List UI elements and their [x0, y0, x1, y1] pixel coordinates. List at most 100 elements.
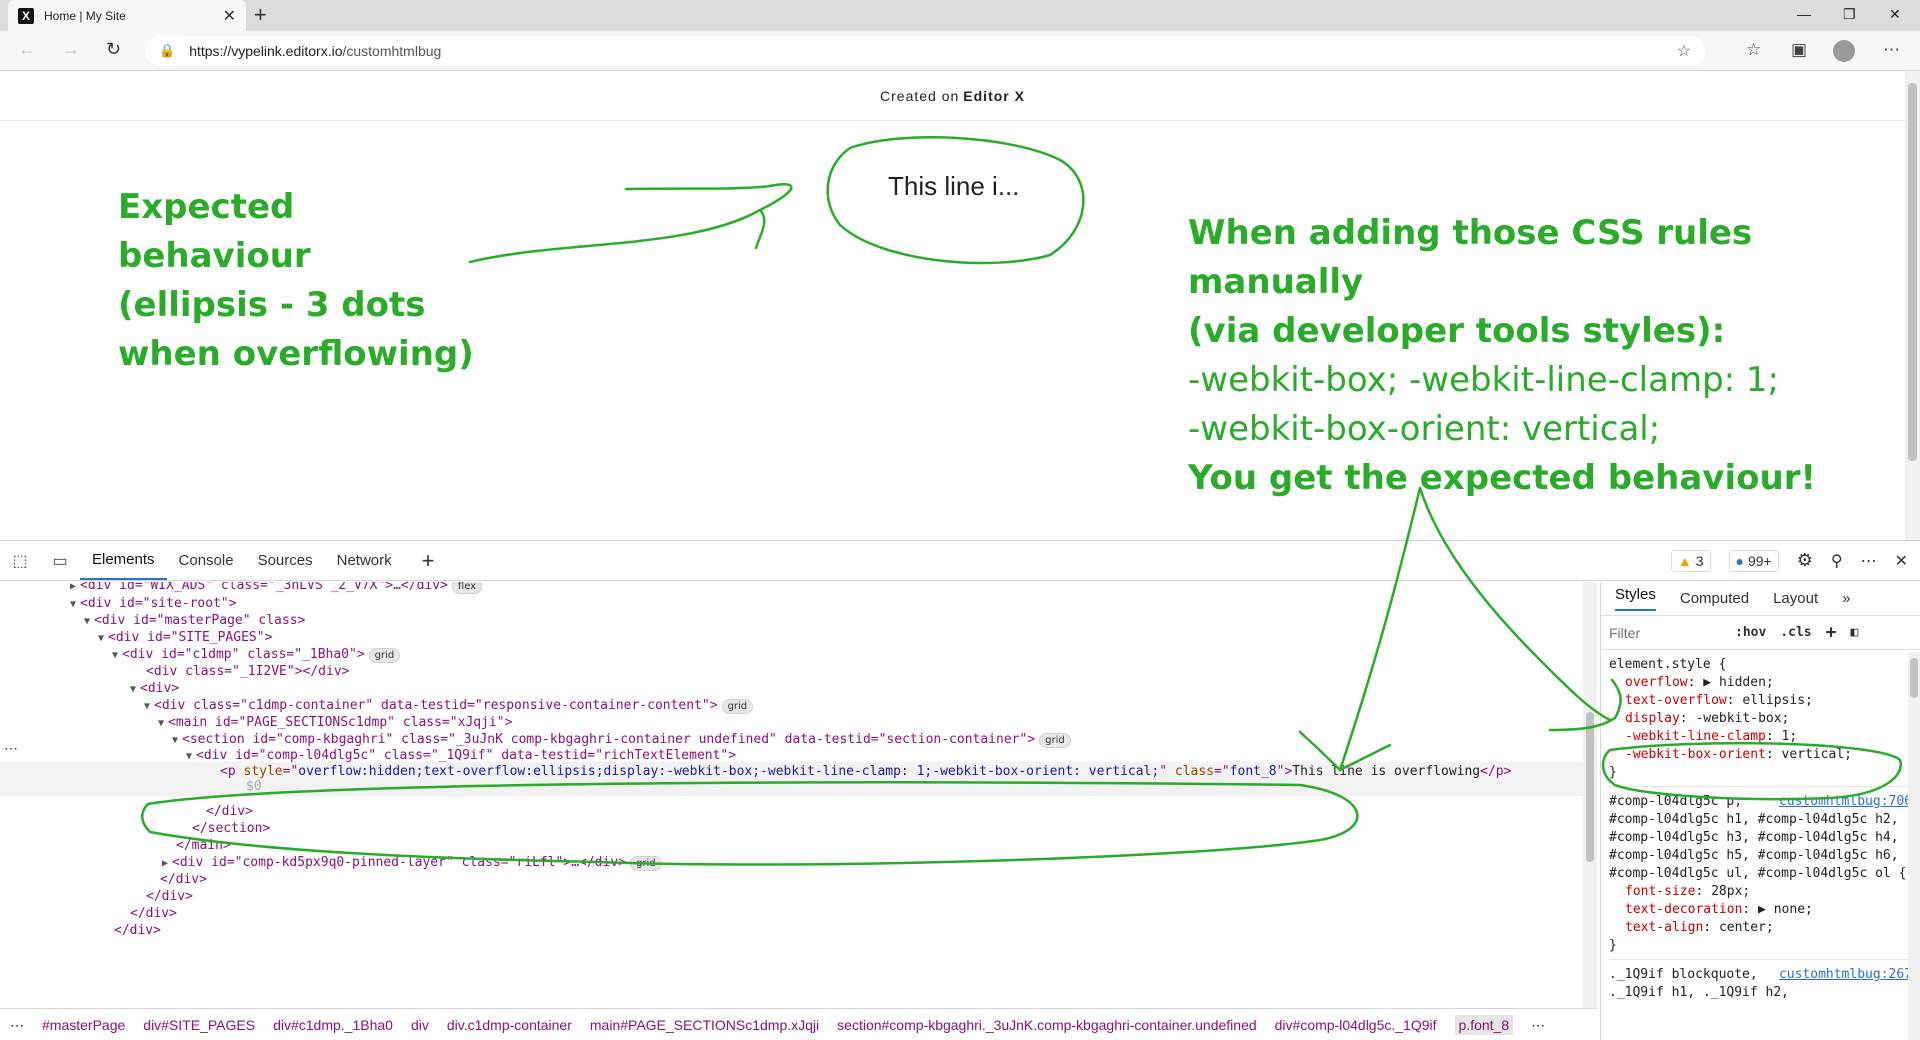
css-property[interactable]: text-decoration: ▶ none; — [1609, 901, 1912, 919]
tab-layout[interactable]: Layout — [1773, 590, 1818, 607]
css-property[interactable]: -webkit-box-orient: vertical; — [1609, 746, 1912, 764]
breadcrumb-item[interactable]: div#c1dmp._1Bha0 — [273, 1017, 393, 1033]
device-toolbar-icon[interactable]: ▭ — [40, 551, 80, 571]
expanded-triangle-icon[interactable]: ▼ — [112, 650, 118, 661]
tab-close-icon[interactable]: ✕ — [223, 6, 236, 26]
more-menu-icon[interactable]: ⋯ — [1883, 40, 1900, 60]
rule-source-link[interactable]: customhtmlbug:706 — [1779, 793, 1912, 811]
settings-gear-icon[interactable]: ⚙ — [1797, 550, 1813, 571]
styles-scroll-thumb[interactable] — [1910, 658, 1918, 698]
favorite-star-icon[interactable]: ☆ — [1677, 41, 1691, 61]
breadcrumb-more-icon[interactable]: ⋯ — [10, 1017, 24, 1034]
collections-icon[interactable]: ▣ — [1791, 40, 1807, 60]
note-left-line: (ellipsis - 3 dots — [118, 285, 426, 325]
css-property[interactable]: -webkit-line-clamp: 1; — [1609, 728, 1912, 746]
dom-node-text: <div id="site-root"> — [80, 596, 237, 611]
grid-pill[interactable]: grid — [1039, 733, 1071, 748]
breadcrumb-item[interactable]: #masterPage — [42, 1017, 125, 1033]
customize-icon[interactable]: ⚲ — [1831, 551, 1843, 571]
expanded-triangle-icon[interactable]: ▼ — [144, 701, 150, 712]
styles-scrollbar[interactable] — [1908, 652, 1920, 1040]
collapsed-triangle-icon[interactable]: ▶ — [70, 582, 76, 592]
expanded-triangle-icon[interactable]: ▼ — [186, 751, 192, 762]
tab-styles[interactable]: Styles — [1615, 586, 1656, 611]
cls-toggle[interactable]: .cls — [1780, 625, 1811, 640]
css-property[interactable]: font-size: 28px; — [1609, 883, 1912, 901]
messages-badge[interactable]: ● 99+ — [1728, 549, 1779, 572]
expanded-triangle-icon[interactable]: ▼ — [70, 599, 76, 610]
hov-toggle[interactable]: :hov — [1735, 625, 1766, 640]
messages-count: 99+ — [1747, 552, 1772, 569]
expanded-triangle-icon[interactable]: ▼ — [158, 718, 164, 729]
expanded-triangle-icon[interactable]: ▼ — [98, 633, 104, 644]
devtools-actions: ▲ 3 ● 99+ ⚙ ⚲ ⋯ ✕ — [1670, 549, 1920, 572]
dom-node-text: <div id="comp-kd5px9q0-pinned-layer" cla… — [172, 855, 626, 870]
more-tabs-icon[interactable]: » — [1842, 590, 1850, 607]
node-actions-icon[interactable]: ⋯ — [4, 740, 18, 757]
collapsed-triangle-icon[interactable]: ▶ — [162, 858, 168, 869]
expanded-triangle-icon[interactable]: ▼ — [84, 616, 90, 627]
rule-source-link[interactable]: customhtmlbug:267 — [1779, 966, 1912, 984]
page-scroll-thumb[interactable] — [1908, 83, 1917, 461]
breadcrumb-more-icon[interactable]: ⋯ — [1531, 1017, 1545, 1034]
breadcrumb-item[interactable]: section#comp-kbgaghri._3uJnK.comp-kbgagh… — [837, 1017, 1256, 1033]
created-on-banner[interactable]: Created on Editor X — [0, 71, 1905, 121]
tab-sources[interactable]: Sources — [246, 542, 325, 579]
prop-value: -webkit-box; — [1695, 711, 1790, 726]
restore-icon[interactable]: ❐ — [1843, 6, 1856, 23]
css-property[interactable]: display: -webkit-box; — [1609, 710, 1912, 728]
tab-console[interactable]: Console — [167, 542, 246, 579]
devtools-more-icon[interactable]: ⋯ — [1861, 551, 1877, 571]
breadcrumb-item[interactable]: main#PAGE_SECTIONSc1dmp.xJqji — [590, 1017, 819, 1033]
prop-value: center; — [1718, 920, 1774, 935]
dom-node[interactable]: </div> — [114, 921, 161, 941]
breadcrumb-item[interactable]: div — [411, 1017, 429, 1033]
breadcrumb: ⋯ #masterPage div#SITE_PAGES div#c1dmp._… — [0, 1008, 1597, 1040]
profile-avatar[interactable] — [1833, 40, 1855, 62]
grid-pill[interactable]: grid — [368, 648, 401, 663]
dom-scrollbar[interactable] — [1583, 582, 1597, 1008]
dom-tree: ▶ <div id="WIX_ADS" class="_3nLVS _2_V7X"… — [0, 582, 1583, 1008]
flex-pill[interactable]: flex — [451, 582, 483, 594]
tab-network[interactable]: Network — [325, 542, 404, 579]
add-tab-icon[interactable]: + — [404, 544, 453, 578]
styles-filter-input[interactable] — [1609, 620, 1721, 645]
warnings-badge[interactable]: ▲ 3 — [1670, 549, 1711, 572]
reload-icon[interactable]: ↻ — [106, 39, 121, 60]
breadcrumb-item-selected[interactable]: p.font_8 — [1454, 1015, 1514, 1035]
back-icon[interactable]: ← — [18, 39, 36, 60]
close-window-icon[interactable]: ✕ — [1889, 6, 1901, 23]
dom-node-text: </div> — [130, 906, 177, 921]
truncated-demo-text: This line i... — [888, 171, 1020, 201]
tab-computed[interactable]: Computed — [1680, 590, 1749, 607]
grid-pill[interactable]: grid — [629, 856, 662, 871]
new-rule-icon[interactable]: + — [1826, 622, 1837, 643]
browser-tab[interactable]: X Home | My Site ✕ — [8, 0, 246, 31]
inspect-element-icon[interactable]: ⬚ — [0, 551, 40, 571]
toggle-sidebar-icon[interactable]: ◧ — [1850, 625, 1858, 640]
css-property[interactable]: text-align: center; — [1609, 919, 1912, 937]
prop-name: font-size — [1625, 884, 1696, 899]
note-left-line: when overflowing) — [118, 334, 474, 374]
expanded-triangle-icon[interactable]: ▼ — [172, 735, 178, 746]
breadcrumb-item[interactable]: div#comp-l04dlg5c._1Q9if — [1275, 1017, 1437, 1033]
breadcrumb-item[interactable]: div#SITE_PAGES — [143, 1017, 255, 1033]
dom-node[interactable]: ▶ <div id="comp-kd5px9q0-pinned-layer" cl… — [162, 853, 662, 873]
selected-dom-node[interactable]: <p style="overflow:hidden;text-overflow:… — [0, 762, 1583, 796]
expanded-triangle-icon[interactable]: ▼ — [130, 684, 136, 695]
css-property[interactable]: overflow: ▶ hidden; — [1609, 674, 1912, 692]
grid-pill[interactable]: grid — [721, 699, 754, 714]
dom-scroll-thumb[interactable] — [1586, 712, 1594, 862]
breadcrumb-item[interactable]: div.c1dmp-container — [447, 1017, 572, 1033]
forward-icon[interactable]: → — [62, 39, 80, 60]
devtools-close-icon[interactable]: ✕ — [1895, 551, 1908, 571]
lock-icon: 🔒 — [159, 43, 176, 58]
tab-elements[interactable]: Elements — [80, 541, 167, 580]
page-scrollbar[interactable] — [1905, 71, 1920, 540]
css-property[interactable]: text-overflow: ellipsis; — [1609, 692, 1912, 710]
manual-css-note: When adding those CSS rules manually (vi… — [1188, 209, 1888, 503]
minimize-icon[interactable]: — — [1797, 6, 1811, 22]
address-bar[interactable]: 🔒 https://vypelink.editorx.io/customhtml… — [145, 36, 1705, 66]
favorites-icon[interactable]: ☆ — [1746, 40, 1761, 60]
new-tab-icon[interactable]: + — [254, 2, 267, 28]
